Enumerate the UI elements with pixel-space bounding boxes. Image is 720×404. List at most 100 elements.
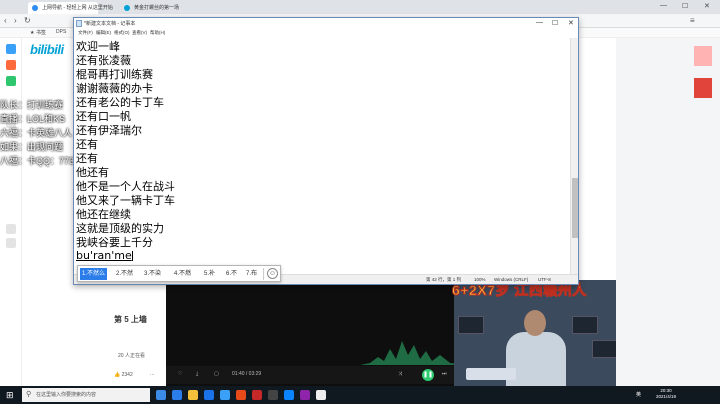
app-icon[interactable] xyxy=(204,390,214,400)
bilibili-logo[interactable]: bilibili xyxy=(30,42,64,57)
notepad-title: *新建文本文档 - 记事本 xyxy=(84,21,136,27)
ime-candidate[interactable]: 1.不然么 xyxy=(80,268,108,280)
overlay-line: 队长：打训练赛 xyxy=(0,100,64,110)
sidebar-app-icon[interactable] xyxy=(6,44,16,54)
app-icon[interactable] xyxy=(300,390,310,400)
keyboard xyxy=(466,368,516,380)
sidebar-app-icon[interactable] xyxy=(6,238,16,248)
composing-line: bu'ran'me xyxy=(76,249,133,262)
background-monitor xyxy=(572,316,598,334)
ime-candidate[interactable]: 5.补 xyxy=(202,268,217,280)
bookmark-label: 书签 xyxy=(35,30,46,36)
tab-label: 黄金打螺丝的第一场 xyxy=(134,5,180,11)
close-icon[interactable]: ✕ xyxy=(568,19,574,27)
browser-tab-icon xyxy=(124,5,130,11)
player-controls: ♡ ⤓ ▢ 01:40 / 03:29 ⤨ ❚❚ ⏭ xyxy=(166,366,454,384)
overlay-line: 如果：出现问题 xyxy=(0,142,64,152)
menu-format[interactable]: 格式(O) xyxy=(114,30,130,36)
maximize-icon[interactable]: ☐ xyxy=(682,2,688,10)
ime-composition-text: bu'ran'me xyxy=(76,249,132,262)
sidebar-app-icon[interactable] xyxy=(6,76,16,86)
app-icon[interactable] xyxy=(284,390,294,400)
shuffle-icon[interactable]: ⤨ xyxy=(398,371,402,377)
video-side-title: 第 5 上墙 xyxy=(114,315,147,324)
sidebar-app-icon[interactable] xyxy=(6,60,16,70)
tab-navigation[interactable]: 上网导航 - 轻轻上网 从这里开始 xyxy=(28,2,113,14)
notepad-menu-bar: 文件(F) 编辑(E) 格式(O) 查看(V) 帮助(H) xyxy=(74,30,578,38)
right-recommend-panel xyxy=(616,38,720,386)
overlay-line: 六福：卡英雄八人 xyxy=(0,128,73,138)
taskbar-search-box[interactable]: ⚲ 在这里输入你要搜索的内容 xyxy=(22,388,150,402)
close-icon[interactable]: ✕ xyxy=(704,2,710,10)
windows-start-icon[interactable]: ⊞ xyxy=(6,390,14,401)
more-icon[interactable]: ⋯ xyxy=(150,372,155,378)
vertical-scrollbar[interactable] xyxy=(570,38,578,274)
tab-bar: 上网导航 - 轻轻上网 从这里开始 黄金打螺丝的第一场 — ☐ ✕ xyxy=(0,0,720,14)
folder-icon[interactable] xyxy=(188,390,198,400)
zoom-level: 100% xyxy=(474,277,486,282)
line-ending: Windows (CRLF) xyxy=(494,277,529,282)
refresh-icon[interactable]: ↻ xyxy=(24,16,31,25)
emoji-icon[interactable]: ☺ xyxy=(267,268,278,279)
ime-candidate[interactable]: 2.不然 xyxy=(114,268,135,280)
overlay-line: 直播：LOL和KS xyxy=(0,114,66,124)
download-icon[interactable]: ⤓ xyxy=(196,371,198,377)
task-view-icon[interactable] xyxy=(156,390,166,400)
notepad-text-area[interactable]: 欢迎一峰 还有张凌薇 棍哥再打训练赛 谢谢薇薇的办卡 还有老公的卡丁车 还有口一… xyxy=(74,38,570,284)
app-icon[interactable] xyxy=(268,390,278,400)
edge-icon[interactable] xyxy=(172,390,182,400)
heart-icon[interactable]: ♡ xyxy=(178,371,182,377)
video-info-panel: 第 5 上墙 20 人正在看 👍 2342 ⋯ xyxy=(100,300,166,384)
menu-help[interactable]: 帮助(H) xyxy=(150,30,165,36)
menu-icon[interactable]: ≡ xyxy=(690,16,695,25)
next-icon[interactable]: ⏭ xyxy=(442,371,447,377)
clock-date: 2021/4/19 xyxy=(656,394,677,399)
maximize-icon[interactable]: ☐ xyxy=(552,19,558,27)
notepad-taskbar-icon[interactable] xyxy=(316,390,326,400)
back-icon[interactable]: ‹ xyxy=(4,16,7,25)
scrollbar-thumb[interactable] xyxy=(572,178,578,238)
ime-divider xyxy=(263,268,264,280)
search-placeholder: 在这里输入你要搜索的内容 xyxy=(36,392,97,398)
comment-icon[interactable]: ▢ xyxy=(214,371,219,377)
windows-taskbar: ⊞ ⚲ 在这里输入你要搜索的内容 英 20:30 2021/4/19 xyxy=(0,386,720,404)
notepad-window: *新建文本文档 - 记事本 — ☐ ✕ 文件(F) 编辑(E) 格式(O) 查看… xyxy=(73,17,579,285)
encoding: UTF-8 xyxy=(538,277,551,282)
cursor-position: 第 42 行，第 1 列 xyxy=(426,277,462,282)
app-icon[interactable] xyxy=(236,390,246,400)
like-count[interactable]: 👍 2342 xyxy=(114,372,133,378)
sidebar-app-icon[interactable] xyxy=(6,224,16,234)
notepad-icon xyxy=(76,20,82,27)
recommend-thumb[interactable] xyxy=(694,46,712,66)
app-icon[interactable] xyxy=(252,390,262,400)
notepad-title-bar[interactable]: *新建文本文档 - 记事本 — ☐ ✕ xyxy=(74,18,578,30)
viewer-count: 20 人正在看 xyxy=(118,353,145,359)
browser-tab-icon xyxy=(32,5,38,11)
ime-candidate[interactable]: 3.不染 xyxy=(142,268,163,280)
bookmark-item[interactable]: DPS xyxy=(56,29,66,35)
menu-file[interactable]: 文件(F) xyxy=(78,30,93,36)
bookmark-star-icon[interactable]: ★ 书签 xyxy=(30,29,46,36)
recommend-thumb[interactable] xyxy=(694,78,712,98)
minimize-icon[interactable]: — xyxy=(660,2,667,9)
clock[interactable]: 20:30 2021/4/19 xyxy=(656,388,676,400)
browser-icon[interactable] xyxy=(220,390,230,400)
browser-sidebar xyxy=(0,38,22,386)
menu-view[interactable]: 查看(V) xyxy=(132,30,147,36)
input-language[interactable]: 英 xyxy=(636,391,641,398)
time-display: 01:40 / 03:29 xyxy=(232,371,262,377)
ime-candidate[interactable]: 4.不燃 xyxy=(172,268,193,280)
ime-candidate[interactable]: 6.不 xyxy=(224,268,239,280)
search-icon: ⚲ xyxy=(26,391,32,398)
tab-label: 上网导航 - 轻轻上网 从这里开始 xyxy=(42,5,113,11)
minimize-icon[interactable]: — xyxy=(536,19,543,26)
forward-icon[interactable]: › xyxy=(14,16,17,25)
tab-video[interactable]: 黄金打螺丝的第一场 xyxy=(120,2,200,14)
text-caret xyxy=(131,251,133,261)
like-count-value: 2342 xyxy=(121,372,133,378)
background-monitor xyxy=(458,316,484,334)
pause-button[interactable]: ❚❚ xyxy=(422,369,434,381)
ime-candidate[interactable]: 7.布 xyxy=(244,268,259,280)
background-monitor xyxy=(592,340,616,358)
menu-edit[interactable]: 编辑(E) xyxy=(96,30,111,36)
